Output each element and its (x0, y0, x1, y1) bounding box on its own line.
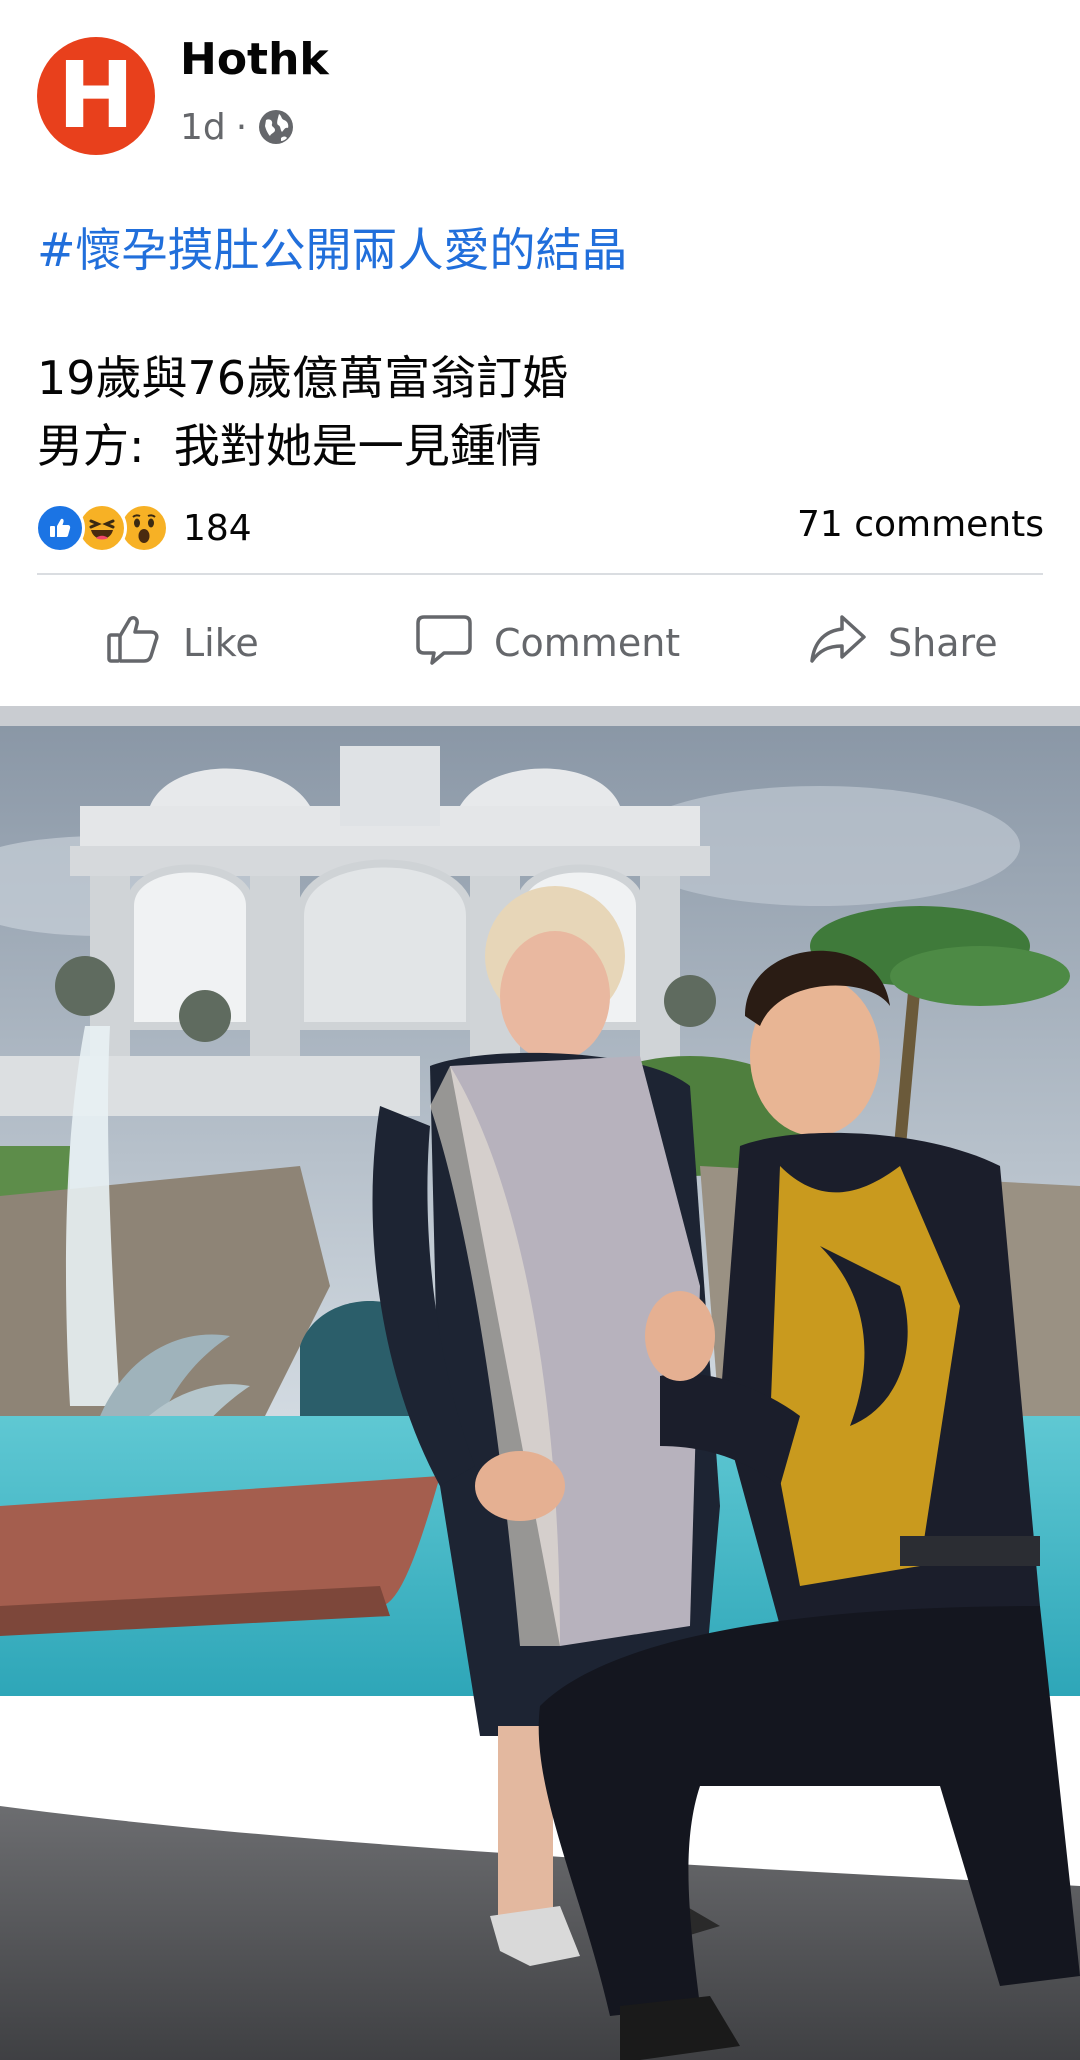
share-label: Share (888, 621, 998, 665)
post-meta: 1d · (180, 102, 295, 152)
author-name[interactable]: Hothk (180, 34, 329, 85)
post-actions-bar: Like Comment Share (0, 604, 1080, 682)
hashtag-link[interactable]: #懷孕摸肚公開兩人愛的結晶 (37, 214, 628, 280)
post-time[interactable]: 1d (180, 107, 226, 148)
post-text-line-1: 19歲與76歲億萬富翁訂婚 (37, 351, 569, 405)
meta-separator: · (235, 106, 248, 148)
share-arrow-icon (808, 609, 888, 678)
share-button[interactable]: Share (808, 604, 998, 682)
reactions-summary[interactable]: 184 (35, 500, 252, 556)
section-separator (0, 706, 1080, 726)
comment-bubble-icon (414, 609, 494, 678)
avatar-letter: H (57, 42, 135, 149)
post-photo-illustration (0, 726, 1080, 2060)
like-label: Like (183, 621, 259, 665)
divider (37, 573, 1043, 575)
post-text-line-2: 男方: 我對她是一見鍾情 (37, 419, 542, 473)
comment-button[interactable]: Comment (414, 604, 680, 682)
post-photo[interactable] (0, 726, 1080, 2060)
comment-label: Comment (494, 621, 681, 665)
like-reaction-icon (35, 503, 85, 553)
globe-icon (257, 108, 295, 146)
avatar[interactable]: H (37, 37, 155, 155)
comments-count-link[interactable]: 71 comments (797, 504, 1044, 545)
reaction-count: 184 (183, 507, 252, 549)
like-button[interactable]: Like (103, 604, 259, 682)
post-card: H Hothk 1d · #懷孕摸肚公開兩人愛的結晶 19歲與76歲億萬富翁訂婚… (0, 0, 1080, 706)
thumbs-up-icon (103, 609, 183, 678)
